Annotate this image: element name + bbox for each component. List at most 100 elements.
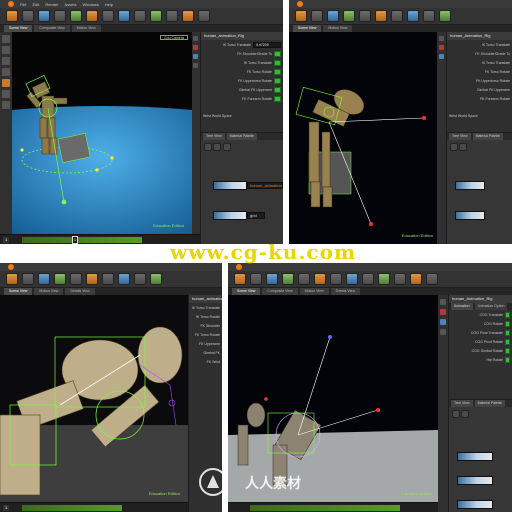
timeline-range[interactable] — [22, 237, 142, 243]
box-tool-icon[interactable] — [22, 10, 34, 22]
extra-tool-icon[interactable] — [198, 10, 210, 22]
ik-switch-toggle[interactable] — [274, 77, 281, 84]
camera-tool-icon[interactable] — [327, 10, 339, 22]
ik-goal[interactable] — [369, 222, 373, 226]
ik-goal[interactable] — [376, 408, 380, 412]
ik-switch-toggle[interactable] — [274, 59, 281, 66]
tab-material-palette[interactable]: Material Palette — [472, 133, 503, 140]
color-ramp-slider-2[interactable] — [213, 211, 247, 220]
forward-icon[interactable] — [461, 410, 470, 418]
view-icon[interactable] — [2, 101, 10, 109]
scene-viewport[interactable]: Education Edition — [289, 32, 437, 244]
timeline-range[interactable] — [250, 505, 400, 511]
timeline-bar[interactable]: 1 — [0, 502, 188, 512]
tab-tree-view[interactable]: Tree View — [451, 400, 473, 407]
light-tool-icon[interactable] — [70, 273, 82, 285]
color-ramp-slider-2[interactable] — [457, 476, 493, 485]
menu-item[interactable]: Assets — [64, 2, 76, 7]
light-tool-icon[interactable] — [54, 10, 66, 22]
deform-tool-icon[interactable] — [346, 273, 358, 285]
display-icon[interactable] — [439, 36, 444, 41]
pose-tool-icon[interactable] — [150, 273, 162, 285]
ik-switch-toggle[interactable] — [505, 356, 510, 363]
display-icon[interactable] — [193, 36, 198, 41]
tab-tree-view[interactable]: Tree View — [449, 133, 471, 140]
tab-material-palette[interactable]: Material Palette — [226, 133, 257, 140]
color-ramp-slider[interactable] — [455, 181, 485, 190]
color-ramp-slider[interactable] — [457, 452, 493, 461]
box-tool-icon[interactable] — [22, 273, 34, 285]
menu-item[interactable]: Render — [45, 2, 58, 7]
rotate-icon[interactable] — [2, 57, 10, 65]
deform-tool-icon[interactable] — [407, 10, 419, 22]
rig-tool-icon[interactable] — [134, 273, 146, 285]
forward-icon[interactable] — [459, 143, 468, 151]
tab-tree-view[interactable]: Tree View — [203, 133, 225, 140]
curve-tool-icon[interactable] — [330, 273, 342, 285]
null-tool-icon[interactable] — [314, 273, 326, 285]
scene-viewport[interactable]: Education Edition — [228, 295, 438, 502]
rig-tool-icon[interactable] — [423, 10, 435, 22]
keyframe-tool-icon[interactable] — [394, 273, 406, 285]
bone-tool-icon[interactable] — [282, 273, 294, 285]
curve-tool-icon[interactable] — [391, 10, 403, 22]
bone-tool-icon[interactable] — [54, 273, 66, 285]
viewport-camera-chip[interactable]: Edu Camera — [160, 35, 188, 40]
node-name-field[interactable]: human_animation — [247, 182, 283, 189]
move-icon[interactable] — [2, 46, 10, 54]
curve-tool-icon[interactable] — [102, 273, 114, 285]
color-ramp-slider[interactable] — [213, 181, 247, 190]
timeline-range[interactable] — [22, 505, 122, 511]
ik-switch-toggle[interactable] — [274, 50, 281, 57]
null-tool-icon[interactable] — [375, 10, 387, 22]
timeline-bar[interactable] — [228, 502, 438, 512]
record-icon[interactable] — [439, 45, 444, 50]
ik-switch-toggle[interactable] — [505, 338, 510, 345]
tab-details-view[interactable]: Details View — [330, 288, 360, 295]
rig-tool-icon[interactable] — [362, 273, 374, 285]
pose-tool-icon[interactable] — [378, 273, 390, 285]
bone-tool-icon[interactable] — [70, 10, 82, 22]
select-icon[interactable] — [2, 35, 10, 43]
camera-tool-icon[interactable] — [38, 273, 50, 285]
visibility-icon[interactable] — [440, 329, 446, 335]
ik-switch-toggle[interactable] — [505, 347, 510, 354]
tab-material-palette[interactable]: Material Palette — [474, 400, 505, 407]
forward-icon[interactable] — [213, 143, 222, 151]
record-icon[interactable] — [193, 45, 198, 50]
light-tool-icon[interactable] — [298, 273, 310, 285]
render-tool-icon[interactable] — [410, 273, 422, 285]
curve-tool-icon[interactable] — [102, 10, 114, 22]
ik-switch-toggle[interactable] — [274, 68, 281, 75]
tab-animation-option[interactable]: Animation Option — [474, 303, 508, 310]
sphere-tool-icon[interactable] — [295, 10, 307, 22]
tab-details-view[interactable]: Details View — [65, 288, 95, 295]
tab-scene-view[interactable]: Scene View — [4, 288, 33, 295]
home-icon[interactable] — [222, 143, 231, 151]
null-tool-icon[interactable] — [86, 10, 98, 22]
tab-composite-view[interactable]: Composite View — [34, 25, 70, 32]
scale-icon[interactable] — [2, 68, 10, 76]
back-icon[interactable] — [204, 143, 212, 151]
sphere-tool-icon[interactable] — [6, 273, 18, 285]
box-tool-icon[interactable] — [311, 10, 323, 22]
display-icon[interactable] — [440, 299, 446, 305]
param-value-field[interactable]: 0.47209 — [253, 41, 281, 48]
color-ramp-slider-3[interactable] — [457, 500, 493, 509]
tab-scene-view[interactable]: Scene View — [4, 25, 33, 32]
bone-tool-icon[interactable] — [343, 10, 355, 22]
deform-tool-icon[interactable] — [118, 10, 130, 22]
tab-motion-view[interactable]: Motion View — [299, 288, 329, 295]
shading-icon[interactable] — [440, 319, 446, 325]
keyframe-tool-icon[interactable] — [166, 10, 178, 22]
camera-tool-icon[interactable] — [38, 10, 50, 22]
current-frame[interactable]: 1 — [3, 237, 10, 243]
scene-viewport[interactable]: Edu Camera Education Edition — [12, 32, 192, 234]
grid-field[interactable]: grid — [247, 212, 265, 219]
tab-motion-view[interactable]: Motion View — [34, 288, 64, 295]
box-tool-icon[interactable] — [250, 273, 262, 285]
sphere-tool-icon[interactable] — [6, 10, 18, 22]
null-tool-icon[interactable] — [86, 273, 98, 285]
menu-item[interactable]: Help — [105, 2, 113, 7]
ik-switch-toggle[interactable] — [505, 320, 510, 327]
